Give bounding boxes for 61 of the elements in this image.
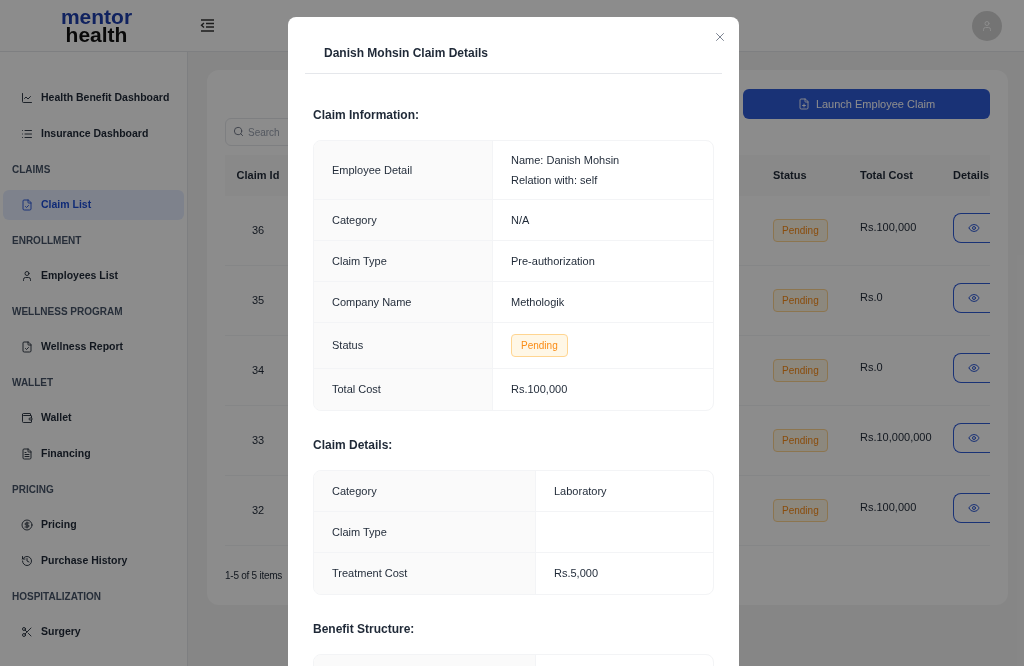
- sidebar-item[interactable]: Pricing: [3, 510, 184, 540]
- row-value: Pre-authorization: [511, 253, 596, 269]
- sidebar-item[interactable]: Employees List: [3, 261, 184, 291]
- table-cell-text: 35: [251, 293, 265, 309]
- row-value: Rs.100,000: [511, 382, 569, 398]
- column-header: Claim Id: [236, 168, 280, 184]
- sidebar-item[interactable]: Surgery: [3, 617, 184, 647]
- status-tag: Pending: [773, 499, 828, 522]
- table-cell-text: Rs.100,000: [859, 220, 918, 236]
- row-value: Rs.5,000: [554, 566, 600, 582]
- row-value: Laboratory: [554, 483, 608, 499]
- sidebar-heading: ENROLLMENT: [12, 234, 82, 248]
- modal-title: Danish Mohsin Claim Details: [324, 45, 489, 62]
- table-cell-text: Rs.0: [859, 360, 884, 376]
- table-cell-text: Rs.100,000: [859, 500, 918, 516]
- status-tag: Pending: [773, 359, 828, 382]
- row-label: Total Cost: [332, 382, 381, 398]
- pagination-text: 1-5 of 5 items: [225, 570, 283, 581]
- table-cell-text: 32: [251, 503, 265, 519]
- row-label: Company Name: [332, 294, 412, 310]
- sidebar-item[interactable]: Health Benefit Dashboard: [3, 83, 184, 113]
- table-cell-text: 33: [251, 433, 265, 449]
- section-title: Benefit Structure:: [313, 621, 416, 638]
- logo-text: mentor: [60, 7, 133, 26]
- row-value: Relation with: self: [511, 172, 599, 188]
- row-value: Methologik: [511, 294, 566, 310]
- row-value: N/A: [511, 212, 531, 228]
- sidebar-item[interactable]: Purchase History: [3, 546, 184, 576]
- launch-claim-button[interactable]: Launch Employee Claim: [743, 89, 990, 119]
- sidebar-item[interactable]: Wallet: [3, 403, 184, 433]
- column-header: Total Cost: [859, 168, 914, 184]
- row-label: Status: [332, 338, 364, 354]
- logo-text: health: [65, 25, 128, 44]
- column-header: Details: [952, 168, 990, 184]
- sidebar-heading: WELLNESS PROGRAM: [12, 305, 123, 319]
- status-tag: Pending: [773, 289, 828, 312]
- column-header: Status: [772, 168, 808, 184]
- table-cell-text: 36: [251, 223, 265, 239]
- section-title: Claim Information:: [313, 107, 420, 124]
- sidebar-heading: CLAIMS: [12, 163, 51, 177]
- status-tag: Pending: [773, 219, 828, 242]
- table-cell-text: Rs.10,000,000: [859, 430, 933, 446]
- section-title: Claim Details:: [313, 437, 394, 454]
- status-tag: Pending: [511, 334, 568, 357]
- table-cell-text: 34: [251, 363, 265, 379]
- row-label: Claim Type: [332, 253, 387, 269]
- sidebar-item[interactable]: Financing: [3, 439, 184, 469]
- row-label: Category: [332, 483, 377, 499]
- sidebar-item[interactable]: Claim List: [3, 190, 184, 220]
- row-label: Claim Type: [332, 524, 387, 540]
- table-cell-text: Rs.0: [859, 290, 884, 306]
- sidebar-heading: PRICING: [12, 483, 54, 497]
- status-tag: Pending: [773, 429, 828, 452]
- sidebar-heading: WALLET: [12, 376, 54, 390]
- sidebar-heading: HOSPITALIZATION: [12, 590, 102, 604]
- row-label: Category: [332, 212, 377, 228]
- sidebar-item[interactable]: Wellness Report: [3, 332, 184, 362]
- row-label: Employee Detail: [332, 162, 413, 178]
- row-value: Name: Danish Mohsin: [511, 153, 621, 168]
- sidebar-item[interactable]: Insurance Dashboard: [3, 119, 184, 149]
- row-label: Treatment Cost: [332, 566, 408, 582]
